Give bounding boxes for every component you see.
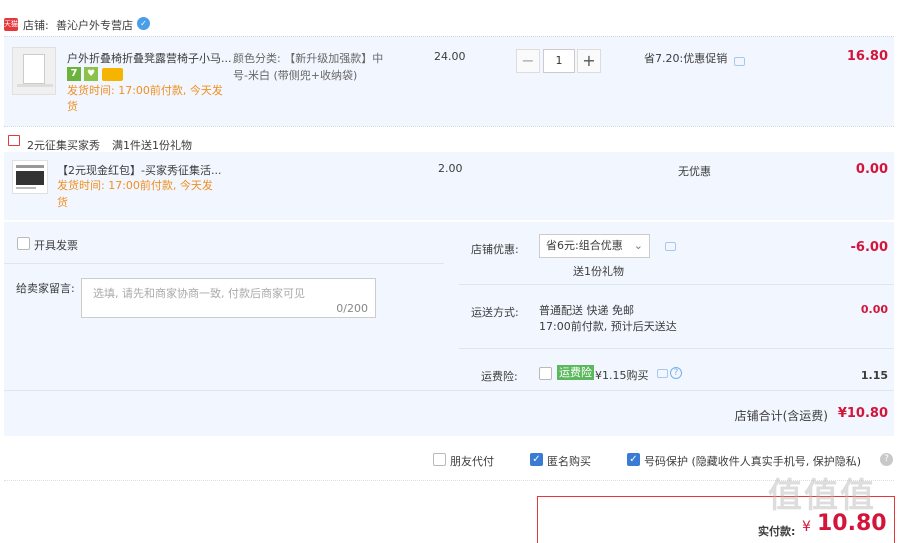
discount-section: 店铺优惠: 省6元:组合优惠 ⌄ 送1份礼物 -6.00 [459, 222, 894, 285]
unit-price: 24.00 [434, 50, 466, 63]
discount-value: -6.00 [850, 240, 888, 255]
seven-day-return-icon: 7 [67, 67, 81, 81]
shipping-info: 普通配送 快递 免邮 17:00前付款, 预计后天送达 [539, 303, 677, 335]
friend-pay-checkbox[interactable] [433, 453, 446, 466]
gift-title: 2元征集买家秀 [27, 139, 100, 152]
item-total: 16.80 [846, 49, 888, 64]
order-item-row: 户外折叠椅折叠凳露营椅子小马... 7 ♥ 发货时间: 17:00前付款, 今天… [4, 36, 894, 126]
subtotal-label: 店铺合计(含运费) [734, 409, 828, 423]
shipping-method: 普通配送 快递 免邮 [539, 304, 634, 317]
discount-select[interactable]: 省6元:组合优惠 ⌄ [539, 234, 650, 258]
shipping-value: 0.00 [860, 303, 888, 316]
guarantee-icon: ♥ [84, 67, 98, 81]
gift-shipping-time: 发货时间: 17:00前付款, 今天发 货 [57, 179, 213, 209]
quantity-decrease-button[interactable]: − [516, 49, 540, 73]
insurance-chat-icon[interactable] [657, 369, 668, 378]
friend-pay-label[interactable]: 朋友代付 [450, 453, 494, 469]
tmall-badge: 天猫 [4, 18, 18, 31]
discount-info-icon[interactable] [665, 242, 676, 251]
gift-thumbnail[interactable] [12, 160, 48, 194]
gift-title-link[interactable]: 【2元现金红包】-买家秀征集活... [57, 162, 227, 178]
gift-item-row: 【2元现金红包】-买家秀征集活... 发货时间: 17:00前付款, 今天发 货… [4, 152, 894, 220]
shipping-time: 发货时间: 17:00前付款, 今天发 货 [67, 84, 223, 113]
number-protect-checkbox[interactable]: ✓ [627, 453, 640, 466]
shipping-eta: 17:00前付款, 预计后天送达 [539, 320, 677, 333]
insurance-value: 1.15 [860, 369, 888, 382]
quantity-input[interactable]: 1 [543, 49, 575, 73]
insurance-tag: 运费险 [557, 365, 594, 380]
help-icon[interactable]: ? [880, 453, 893, 466]
product-thumbnail[interactable] [12, 47, 56, 95]
payment-currency: ¥ [802, 519, 811, 535]
anonymous-checkbox[interactable]: ✓ [530, 453, 543, 466]
insurance-label: 运费险: [481, 370, 518, 383]
promotion-text: 省7.20:优惠促销 [644, 52, 728, 65]
message-label: 给卖家留言: [16, 282, 75, 295]
gift-item-total: 0.00 [855, 162, 888, 177]
subtotal-value: ¥10.80 [837, 406, 888, 421]
purchase-options: 朋友代付 ✓ 匿名购买 ✓ 号码保护 (隐藏收件人真实手机号, 保护隐私) ? [4, 450, 894, 472]
payment-label: 实付款: [758, 525, 796, 538]
divider [4, 480, 894, 481]
product-attributes: 颜色分类: 【新升级加强款】中 号-米白 (带侧兜+收纳袋) [233, 52, 384, 82]
invoice-section: 开具发票 [4, 222, 444, 264]
order-options-panel: 开具发票 给卖家留言: 选填, 请先和商家协商一致, 付款后商家可见 0/200… [4, 222, 894, 436]
invoice-label[interactable]: 开具发票 [34, 237, 78, 253]
shipping-section: 运送方式: 普通配送 快递 免邮 17:00前付款, 预计后天送达 0.00 [459, 285, 894, 349]
wangwang-icon[interactable]: ✓ [137, 17, 150, 30]
discount-label: 店铺优惠: [471, 243, 519, 256]
credit-card-icon [102, 68, 123, 81]
message-placeholder: 选填, 请先和商家协商一致, 付款后商家可见 [93, 287, 305, 300]
gift-header: 2元征集买家秀 满1件送1份礼物 [4, 126, 894, 152]
number-protect-label[interactable]: 号码保护 (隐藏收件人真实手机号, 保护隐私) [644, 453, 861, 469]
gift-description: 满1件送1份礼物 [112, 139, 192, 152]
shop-label: 店铺: [23, 19, 49, 32]
shipping-label: 运送方式: [471, 306, 519, 319]
insurance-checkbox[interactable] [539, 367, 552, 380]
subtotal-section: 店铺合计(含运费) ¥10.80 [4, 390, 894, 436]
watermark-logo: 值值值 [768, 476, 876, 516]
message-counter: 0/200 [336, 302, 368, 315]
product-title[interactable]: 户外折叠椅折叠凳露营椅子小马... [67, 50, 232, 66]
insurance-section: 运费险: 运费险 ¥1.15购买 ? 1.15 [459, 349, 894, 389]
shop-name[interactable]: 善沁户外专营店 [56, 17, 133, 33]
chevron-down-icon: ⌄ [633, 239, 643, 252]
invoice-checkbox[interactable] [17, 237, 30, 250]
discount-sub: 送1份礼物 [573, 265, 624, 278]
insurance-price: ¥1.15购买 [595, 369, 649, 382]
message-textarea[interactable]: 选填, 请先和商家协商一致, 付款后商家可见 0/200 [81, 278, 376, 318]
question-icon[interactable]: ? [670, 367, 682, 379]
discount-selected-value: 省6元:组合优惠 [546, 239, 623, 252]
anonymous-label[interactable]: 匿名购买 [547, 453, 591, 469]
promotion-info-icon[interactable] [734, 57, 745, 66]
quantity-increase-button[interactable]: + [577, 49, 601, 73]
gift-unit-price: 2.00 [438, 162, 463, 175]
gift-promotion-text: 无优惠 [678, 165, 711, 178]
gift-icon [8, 135, 20, 146]
